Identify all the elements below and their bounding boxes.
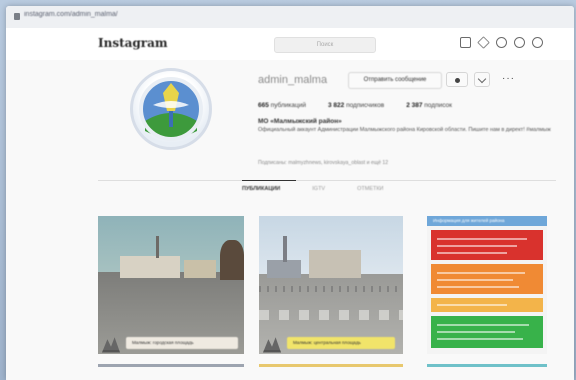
avatar[interactable] (130, 68, 212, 150)
info-block-red (431, 230, 543, 260)
post-caption-banner: Малмыж: городская площадь (98, 332, 244, 354)
stat-followers[interactable]: 3 822 подписчиков (328, 102, 384, 109)
profile-name: МО «Малмыжский район» (258, 118, 342, 125)
browser-window: instagram.com/admin_malma/ Instagram Пои… (6, 6, 574, 380)
profile-username: admin_malma (258, 74, 328, 86)
next-row-post[interactable] (98, 364, 244, 367)
stat-posts[interactable]: 665 публикаций (258, 102, 306, 109)
next-row-post[interactable] (259, 364, 403, 367)
post-caption: Малмыж: городская площадь (126, 337, 238, 349)
explore-icon[interactable] (496, 37, 507, 48)
post-caption-banner: Малмыж: центральная площадь (259, 332, 403, 354)
post-tile-1[interactable]: Малмыж: городская площадь (98, 216, 244, 354)
tabs-divider (98, 180, 556, 181)
profile-page: admin_malma Отправить сообщение ··· 665 … (6, 60, 574, 380)
posts-grid: Малмыж: городская площадь Малмыж: центра… (98, 216, 554, 380)
next-row-post[interactable] (427, 364, 547, 367)
home-icon[interactable] (460, 37, 471, 48)
mountain-logo-icon (102, 337, 120, 353)
instagram-header: Instagram Поиск (6, 28, 574, 61)
address-bar[interactable]: instagram.com/admin_malma/ (6, 6, 574, 29)
tab-tagged[interactable]: ОТМЕТКИ (357, 186, 383, 192)
instagram-logo[interactable]: Instagram (98, 36, 168, 50)
direct-icon[interactable] (477, 36, 490, 49)
followed-by[interactable]: Подписаны: malmyzhnews, kirovskaya_oblas… (258, 160, 388, 166)
nav-icons (460, 36, 543, 51)
following-button[interactable] (446, 72, 468, 87)
info-block-orange (431, 264, 543, 294)
profile-tabs: ПУБЛИКАЦИИ IGTV ОТМЕТКИ (242, 186, 384, 192)
info-block-green (431, 316, 543, 348)
post-tile-2[interactable]: Малмыж: центральная площадь (259, 216, 403, 354)
profile-bio: Официальный аккаунт Администрации Малмыж… (258, 127, 551, 133)
info-block-amber (431, 298, 543, 312)
post-caption: Малмыж: центральная площадь (287, 337, 395, 349)
user-check-icon (455, 78, 460, 83)
coat-of-arms-icon (139, 77, 203, 141)
chevron-down-icon (477, 74, 487, 84)
profile-icon[interactable] (532, 37, 543, 48)
post-caption: Информация для жителей района (433, 218, 505, 223)
post-tile-3[interactable]: Информация для жителей района (427, 216, 547, 354)
suggestions-button[interactable] (474, 72, 490, 87)
search-input[interactable]: Поиск (274, 37, 376, 53)
mountain-logo-icon (263, 337, 281, 353)
url-text[interactable]: instagram.com/admin_malma/ (24, 11, 118, 18)
lock-icon (14, 13, 20, 20)
tab-posts[interactable]: ПУБЛИКАЦИИ (242, 186, 280, 192)
send-message-button[interactable]: Отправить сообщение (348, 72, 442, 89)
more-options-button[interactable]: ··· (502, 73, 515, 84)
heart-icon[interactable] (514, 37, 525, 48)
tab-igtv[interactable]: IGTV (312, 186, 325, 192)
monitor-backdrop: instagram.com/admin_malma/ Instagram Пои… (0, 0, 576, 380)
stat-following[interactable]: 2 387 подписок (406, 102, 452, 109)
active-tab-indicator (242, 180, 296, 181)
profile-stats: 665 публикаций 3 822 подписчиков 2 387 п… (258, 102, 452, 109)
